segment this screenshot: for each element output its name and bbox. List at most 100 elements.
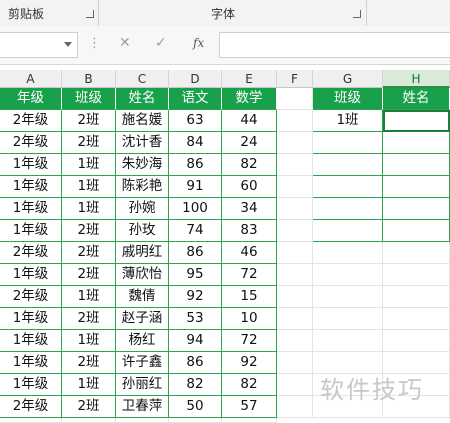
table-cell[interactable]: 1班 <box>62 374 116 396</box>
column-header-b[interactable]: B <box>62 70 116 88</box>
table-cell[interactable]: 陈彩艳 <box>116 176 169 198</box>
empty-cell[interactable] <box>277 396 313 418</box>
table-cell[interactable]: 2班 <box>62 242 116 264</box>
table-cell[interactable]: 沈计香 <box>116 132 169 154</box>
table-cell[interactable]: 1年级 <box>0 308 62 330</box>
table-cell[interactable]: 孙玫 <box>116 220 169 242</box>
lookup-cell[interactable] <box>313 176 383 198</box>
table-cell[interactable]: 82 <box>169 374 222 396</box>
table-cell[interactable]: 1年级 <box>0 374 62 396</box>
table-cell[interactable]: 44 <box>222 110 277 132</box>
table-cell[interactable]: 孙丽红 <box>116 374 169 396</box>
lookup-header-cell[interactable]: 姓名 <box>383 88 450 110</box>
table-cell[interactable]: 95 <box>169 264 222 286</box>
empty-cell[interactable] <box>277 154 313 176</box>
table-cell[interactable]: 15 <box>222 286 277 308</box>
table-cell[interactable]: 92 <box>222 352 277 374</box>
lookup-cell[interactable] <box>313 220 383 242</box>
empty-cell[interactable] <box>277 264 313 286</box>
empty-cell[interactable] <box>277 88 313 110</box>
table-cell[interactable]: 1班 <box>62 330 116 352</box>
empty-cell[interactable] <box>0 418 62 423</box>
empty-cell[interactable] <box>313 242 383 264</box>
table-cell[interactable]: 72 <box>222 264 277 286</box>
table-cell[interactable]: 2年级 <box>0 132 62 154</box>
table-cell[interactable]: 2年级 <box>0 110 62 132</box>
table-cell[interactable]: 74 <box>169 220 222 242</box>
empty-cell[interactable] <box>313 308 383 330</box>
active-cell-h2[interactable] <box>383 110 450 132</box>
table-cell[interactable]: 朱妙海 <box>116 154 169 176</box>
table-cell[interactable]: 1班 <box>62 176 116 198</box>
table-cell[interactable]: 86 <box>169 242 222 264</box>
empty-cell[interactable] <box>277 110 313 132</box>
lookup-cell[interactable] <box>313 132 383 154</box>
empty-cell[interactable] <box>313 286 383 308</box>
table-cell[interactable]: 孙婉 <box>116 198 169 220</box>
font-dialog-launcher-icon[interactable] <box>353 10 361 18</box>
table-cell[interactable]: 72 <box>222 330 277 352</box>
formula-bar-menu-icon[interactable]: ⋮ <box>88 36 101 51</box>
empty-cell[interactable] <box>277 242 313 264</box>
table-cell[interactable]: 施名媛 <box>116 110 169 132</box>
lookup-cell[interactable] <box>383 220 450 242</box>
table-cell[interactable]: 1班 <box>62 286 116 308</box>
empty-cell[interactable] <box>313 330 383 352</box>
table-cell[interactable]: 2班 <box>62 264 116 286</box>
table-cell[interactable]: 82 <box>222 154 277 176</box>
table-cell[interactable]: 2班 <box>62 110 116 132</box>
table-cell[interactable]: 杨红 <box>116 330 169 352</box>
empty-cell[interactable] <box>222 418 277 423</box>
name-box-dropdown-icon[interactable] <box>64 42 72 47</box>
table-cell[interactable]: 92 <box>169 286 222 308</box>
table-cell[interactable]: 1年级 <box>0 264 62 286</box>
table-header-cell[interactable]: 姓名 <box>116 88 169 110</box>
insert-function-icon[interactable]: fx <box>193 36 204 50</box>
table-cell[interactable]: 46 <box>222 242 277 264</box>
empty-cell[interactable] <box>277 176 313 198</box>
table-header-cell[interactable]: 年级 <box>0 88 62 110</box>
column-header-e[interactable]: E <box>222 70 277 88</box>
empty-cell[interactable] <box>277 374 313 396</box>
table-cell[interactable]: 91 <box>169 176 222 198</box>
lookup-cell[interactable] <box>383 198 450 220</box>
empty-cell[interactable] <box>277 220 313 242</box>
table-cell[interactable]: 1年级 <box>0 198 62 220</box>
table-cell[interactable]: 60 <box>222 176 277 198</box>
column-header-d[interactable]: D <box>169 70 222 88</box>
table-cell[interactable]: 57 <box>222 396 277 418</box>
empty-cell[interactable] <box>383 242 450 264</box>
table-cell[interactable]: 1年级 <box>0 220 62 242</box>
lookup-class-cell[interactable]: 1班 <box>313 110 383 132</box>
table-cell[interactable]: 10 <box>222 308 277 330</box>
table-cell[interactable]: 2年级 <box>0 286 62 308</box>
table-cell[interactable]: 1年级 <box>0 330 62 352</box>
table-cell[interactable]: 34 <box>222 198 277 220</box>
table-cell[interactable]: 94 <box>169 330 222 352</box>
table-cell[interactable]: 魏倩 <box>116 286 169 308</box>
table-cell[interactable]: 86 <box>169 352 222 374</box>
cancel-icon[interactable]: ✕ <box>119 35 131 51</box>
table-header-cell[interactable]: 班级 <box>62 88 116 110</box>
lookup-cell[interactable] <box>313 198 383 220</box>
lookup-header-cell[interactable]: 班级 <box>313 88 383 110</box>
empty-cell[interactable] <box>383 308 450 330</box>
table-cell[interactable]: 许子鑫 <box>116 352 169 374</box>
table-cell[interactable]: 86 <box>169 154 222 176</box>
empty-cell[interactable] <box>277 308 313 330</box>
table-cell[interactable]: 53 <box>169 308 222 330</box>
empty-cell[interactable] <box>277 132 313 154</box>
empty-cell[interactable] <box>277 330 313 352</box>
table-cell[interactable]: 1班 <box>62 198 116 220</box>
lookup-cell[interactable] <box>383 176 450 198</box>
table-cell[interactable]: 戚明红 <box>116 242 169 264</box>
table-cell[interactable]: 卫春萍 <box>116 396 169 418</box>
empty-cell[interactable] <box>383 330 450 352</box>
table-cell[interactable]: 2班 <box>62 396 116 418</box>
table-cell[interactable]: 1年级 <box>0 154 62 176</box>
table-cell[interactable]: 84 <box>169 132 222 154</box>
table-cell[interactable]: 100 <box>169 198 222 220</box>
column-header-f[interactable]: F <box>277 70 313 88</box>
table-cell[interactable]: 24 <box>222 132 277 154</box>
column-header-a[interactable]: A <box>0 70 62 88</box>
